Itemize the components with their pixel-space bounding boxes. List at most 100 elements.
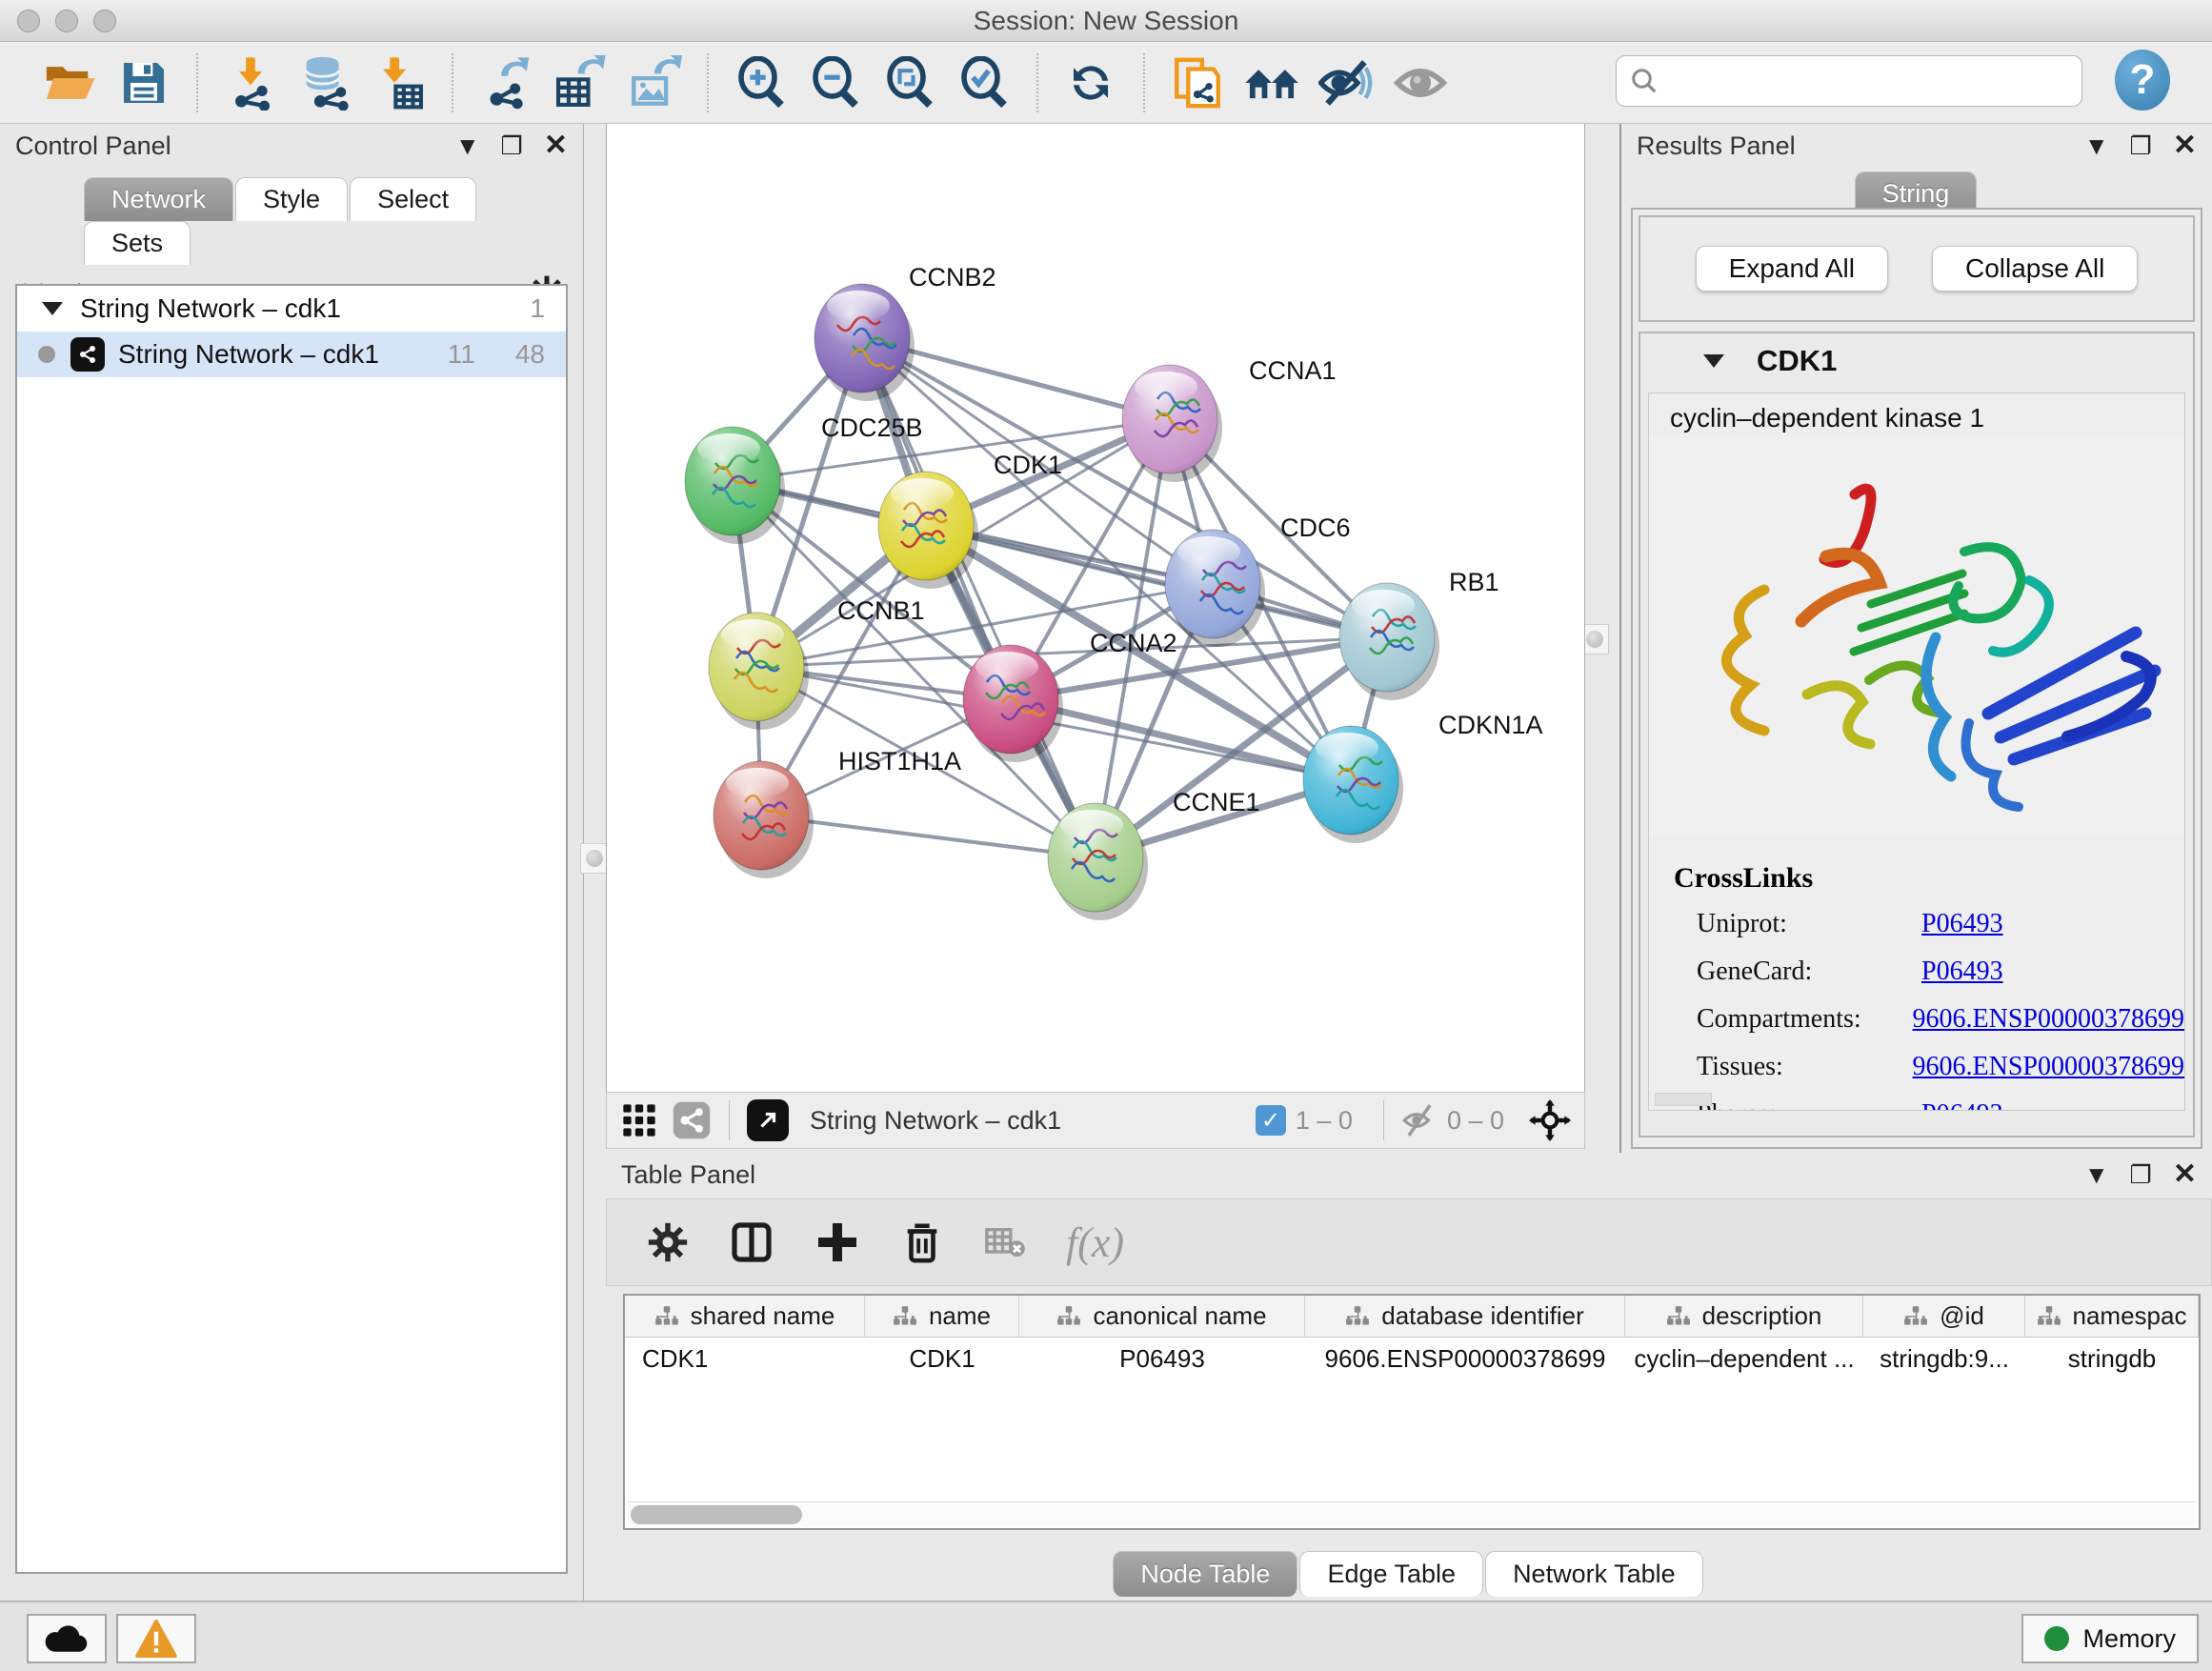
table-cell[interactable]: CDK1: [625, 1338, 865, 1379]
column-header-database-identifier[interactable]: database identifier: [1305, 1296, 1625, 1337]
close-panel-icon[interactable]: ✕: [2173, 1160, 2197, 1189]
network-node-CDK1[interactable]: [878, 472, 978, 589]
table-row[interactable]: CDK1CDK1P064939606.ENSP00000378699cyclin…: [625, 1338, 2199, 1379]
import-network-from-database-button[interactable]: [293, 51, 356, 114]
float-panel-icon[interactable]: ❐: [2130, 133, 2152, 158]
float-panel-icon[interactable]: ❐: [501, 133, 523, 158]
table-cell[interactable]: cyclin–dependent ...: [1625, 1338, 1863, 1379]
column-header--id[interactable]: @id: [1863, 1296, 2025, 1337]
splitter-handle[interactable]: [580, 843, 609, 874]
tab-network[interactable]: Network: [84, 177, 233, 221]
network-node-CCNA2[interactable]: [963, 645, 1063, 762]
table-cell[interactable]: CDK1: [865, 1338, 1019, 1379]
close-panel-icon[interactable]: ✕: [544, 131, 568, 160]
open-session-button[interactable]: [38, 51, 101, 114]
control-panel-tabs: NetworkStyleSelect Sets: [84, 177, 583, 265]
collapse-panel-icon[interactable]: ▼: [2084, 133, 2109, 158]
table-cell[interactable]: stringdb:9...: [1863, 1338, 2025, 1379]
results-buttons-box: Expand All Collapse All: [1639, 215, 2195, 322]
toolbar-search[interactable]: [1616, 55, 2082, 107]
column-header-name[interactable]: name: [865, 1296, 1019, 1337]
add-column-plus-icon[interactable]: [814, 1219, 860, 1265]
collapse-all-button[interactable]: Collapse All: [1932, 246, 2138, 292]
network-row[interactable]: String Network – cdk1 11 48: [17, 332, 566, 377]
crosslink-link[interactable]: P06493: [1921, 909, 2003, 938]
crosslink-link[interactable]: P06493: [1921, 956, 2003, 986]
network-badge-icon[interactable]: [672, 1100, 712, 1140]
network-node-HIST1H1A[interactable]: [714, 761, 814, 878]
function-builder-icon[interactable]: f(x): [1066, 1218, 1124, 1267]
tab-network-table[interactable]: Network Table: [1485, 1551, 1703, 1597]
pan-crosshair-icon[interactable]: [1529, 1099, 1571, 1141]
warnings-button[interactable]: [116, 1614, 196, 1663]
network-node-RB1[interactable]: [1339, 583, 1439, 700]
network-node-CCNE1[interactable]: [1048, 803, 1148, 920]
column-type-icon: [1666, 1305, 1691, 1328]
table-cell[interactable]: stringdb: [2025, 1338, 2199, 1379]
search-input[interactable]: [1668, 67, 2081, 96]
crosslink-link[interactable]: 9606.ENSP00000378699: [1913, 1052, 2184, 1081]
network-node-CDC6[interactable]: [1165, 530, 1265, 647]
zoom-fit-button[interactable]: [878, 51, 941, 114]
delete-table-icon[interactable]: [984, 1223, 1026, 1261]
collapse-panel-icon[interactable]: ▼: [2084, 1162, 2109, 1187]
scrollbar-thumb[interactable]: [631, 1505, 802, 1524]
import-network-from-file-button[interactable]: [219, 51, 282, 114]
column-header-canonical-name[interactable]: canonical name: [1019, 1296, 1305, 1337]
hide-selected-button[interactable]: [1315, 51, 1377, 114]
collapse-entry-icon[interactable]: [1703, 354, 1724, 368]
gene-entry-header[interactable]: CDK1: [1640, 333, 2193, 389]
table-horizontal-scrollbar[interactable]: [627, 1501, 2197, 1526]
apply-layout-button[interactable]: [1059, 51, 1122, 114]
tab-edge-table[interactable]: Edge Table: [1299, 1551, 1483, 1597]
expand-collection-icon[interactable]: [42, 302, 63, 315]
tab-node-table[interactable]: Node Table: [1113, 1551, 1297, 1597]
tab-sets[interactable]: Sets: [84, 221, 191, 265]
cloud-status-button[interactable]: [27, 1614, 107, 1663]
refresh-icon: [1065, 57, 1116, 109]
zoom-selected-button[interactable]: [953, 51, 1016, 114]
network-node-CCNB1[interactable]: [709, 613, 809, 730]
network-node-CDC25B[interactable]: [685, 427, 785, 544]
left-splitter[interactable]: [584, 124, 605, 1601]
export-image-button[interactable]: [623, 51, 686, 114]
column-header-namespac[interactable]: namespac: [2025, 1296, 2199, 1337]
selected-checkbox-icon[interactable]: ✓: [1256, 1105, 1286, 1136]
node-label-CCNB1: CCNB1: [837, 596, 925, 625]
collapse-panel-icon[interactable]: ▼: [455, 133, 480, 158]
first-neighbors-button[interactable]: [1240, 51, 1303, 114]
delete-column-trash-icon[interactable]: [900, 1220, 944, 1264]
network-node-CCNB2[interactable]: [814, 284, 915, 401]
entry-scrollbar[interactable]: [1655, 1093, 1712, 1106]
table-cell[interactable]: P06493: [1019, 1338, 1305, 1379]
crosslink-link[interactable]: 9606.ENSP00000378699: [1913, 1004, 2184, 1034]
float-panel-icon[interactable]: ❐: [2130, 1162, 2152, 1187]
export-network-button[interactable]: [474, 51, 537, 114]
save-session-button[interactable]: [112, 51, 175, 114]
tab-select[interactable]: Select: [350, 177, 476, 221]
memory-button[interactable]: Memory: [2021, 1614, 2199, 1663]
expand-all-button[interactable]: Expand All: [1696, 246, 1888, 292]
open-in-window-icon[interactable]: [747, 1099, 789, 1141]
network-canvas[interactable]: CCNB2CCNA1CDC25BCDK1CDC6RB1CCNB1CCNA2CDK…: [606, 124, 1585, 1092]
show-all-button[interactable]: [1389, 51, 1452, 114]
zoom-out-button[interactable]: [804, 51, 867, 114]
column-header-description[interactable]: description: [1625, 1296, 1863, 1337]
table-cell[interactable]: 9606.ENSP00000378699: [1305, 1338, 1625, 1379]
table-settings-gear-icon[interactable]: [647, 1221, 689, 1263]
network-collection-row[interactable]: String Network – cdk1 1: [17, 286, 566, 332]
column-header-shared-name[interactable]: shared name: [625, 1296, 865, 1337]
export-table-button[interactable]: [549, 51, 612, 114]
close-panel-icon[interactable]: ✕: [2173, 131, 2197, 160]
birds-eye-view-icon[interactable]: [620, 1101, 658, 1139]
crosslink-link[interactable]: P06493: [1921, 1099, 2003, 1111]
tab-style[interactable]: Style: [235, 177, 348, 221]
show-columns-icon[interactable]: [729, 1219, 774, 1265]
copy-network-button[interactable]: [1166, 51, 1229, 114]
zoom-in-button[interactable]: [730, 51, 793, 114]
help-button[interactable]: ?: [2115, 50, 2170, 111]
network-node-CCNA1[interactable]: [1122, 365, 1222, 482]
import-table-from-file-button[interactable]: [368, 51, 431, 114]
hidden-eye-icon[interactable]: [1401, 1102, 1438, 1138]
network-node-CDKN1A[interactable]: [1303, 726, 1403, 843]
